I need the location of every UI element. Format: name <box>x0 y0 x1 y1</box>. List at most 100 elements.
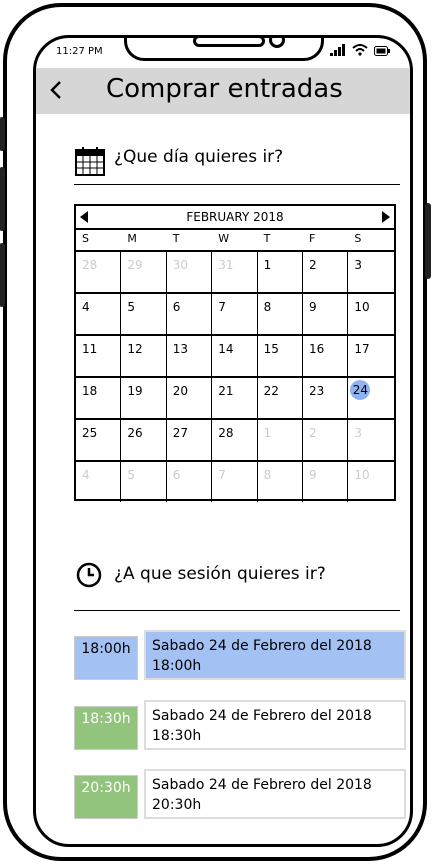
phone-frame: 11:27 PM Comprar entradas ¿Que día quier… <box>0 3 431 861</box>
calendar-day-number: 2 <box>309 258 317 272</box>
calendar-day-number: 29 <box>127 258 143 272</box>
calendar-day-cell[interactable]: 13 <box>166 334 213 376</box>
weekday-label: S <box>82 232 89 245</box>
calendar-day-cell[interactable]: 1 <box>257 250 303 292</box>
back-arrow-icon[interactable] <box>46 77 66 103</box>
calendar-day-cell[interactable]: 2 <box>303 250 349 292</box>
calendar-day-cell[interactable]: 15 <box>257 334 303 376</box>
calendar-day-cell[interactable]: 20 <box>166 376 213 418</box>
calendar-day-cell[interactable]: 31 <box>212 250 258 292</box>
calendar-day-number: 9 <box>309 468 317 482</box>
calendar-day-cell[interactable]: 9 <box>303 292 349 334</box>
calendar-day-cell[interactable]: 16 <box>303 334 349 376</box>
calendar-day-cell[interactable]: 27 <box>166 418 213 460</box>
notch <box>124 38 324 61</box>
calendar-day-cell[interactable]: 5 <box>121 460 167 502</box>
session-option[interactable]: 18:30h Sabado 24 de Febrero del 2018 18:30… <box>74 700 408 754</box>
volume-down-button <box>0 243 5 307</box>
weekday-label: F <box>309 232 316 245</box>
calendar-day-cell[interactable]: 10 <box>348 460 394 502</box>
calendar-day-number: 3 <box>354 426 363 440</box>
calendar-day-cell[interactable]: 11 <box>76 334 122 376</box>
calendar-day-number: 13 <box>172 342 189 356</box>
calendar-day-cell[interactable]: 6 <box>166 460 213 502</box>
page-title: Comprar entradas <box>106 74 343 104</box>
calendar-day-number: 5 <box>127 468 136 482</box>
session-hour-text: 18:30h <box>152 728 202 744</box>
camera <box>269 38 285 48</box>
calendar-day-cell[interactable]: 10 <box>348 292 394 334</box>
calendar-day-cell[interactable]: 7 <box>212 292 258 334</box>
calendar-day-number: 26 <box>127 426 143 440</box>
calendar-day-number: 17 <box>354 342 370 356</box>
calendar-day-number: 20 <box>172 384 189 398</box>
weekday-label: S <box>354 232 362 245</box>
calendar-day-cell[interactable]: 25 <box>76 418 122 460</box>
app-header: Comprar entradas <box>36 68 410 114</box>
calendar-day-cell[interactable]: 8 <box>257 460 303 502</box>
calendar-day-cell[interactable]: 14 <box>212 334 258 376</box>
calendar-header: FEBRUARY 2018 <box>76 206 394 230</box>
next-month-icon[interactable] <box>382 211 390 223</box>
calendar-day-cell[interactable]: 28 <box>212 418 258 460</box>
calendar-day-cell[interactable]: 19 <box>121 376 167 418</box>
calendar-day-cell[interactable]: 6 <box>166 292 213 334</box>
calendar-day-cell[interactable]: 7 <box>212 460 258 502</box>
calendar-day-number: 7 <box>218 468 226 482</box>
calendar-day-cell[interactable]: 2 <box>303 418 349 460</box>
session-option[interactable]: 20:30h Sabado 24 de Febrero del 2018 20:30… <box>74 769 408 823</box>
session-date-text: Sabado 24 de Febrero del 2018 <box>152 708 372 724</box>
calendar-day-cell[interactable]: 3 <box>348 250 394 292</box>
calendar-day-cell[interactable]: 1 <box>257 418 303 460</box>
session-hour-text: 18:00h <box>152 658 202 674</box>
calendar-day-cell[interactable]: 24 <box>348 376 394 418</box>
clock-icon <box>76 562 102 588</box>
calendar-day-cell[interactable]: 26 <box>121 418 167 460</box>
calendar-day-number: 7 <box>218 300 226 314</box>
weekday-label: M <box>127 232 137 245</box>
calendar-day-cell[interactable]: 3 <box>348 418 394 460</box>
calendar-day-number: 11 <box>82 342 98 356</box>
calendar-day-number: 9 <box>309 300 317 314</box>
calendar-day-cell[interactable]: 4 <box>76 292 122 334</box>
phone-screen: 11:27 PM Comprar entradas ¿Que día quier… <box>33 35 413 847</box>
calendar-day-cell[interactable]: 17 <box>348 334 394 376</box>
signal-icon <box>330 44 345 56</box>
calendar-day-cell[interactable]: 5 <box>121 292 167 334</box>
calendar-day-cell[interactable]: 28 <box>76 250 122 292</box>
calendar-icon <box>75 147 105 176</box>
calendar-day-cell[interactable]: 29 <box>121 250 167 292</box>
calendar-day-number: 15 <box>263 342 279 356</box>
calendar-day-number: 28 <box>82 258 98 272</box>
silent-switch <box>0 117 5 151</box>
calendar-day-number: 1 <box>263 426 272 440</box>
calendar-day-number: 3 <box>354 258 363 272</box>
calendar-day-number: 14 <box>218 342 234 356</box>
calendar-day-number: 19 <box>127 384 143 398</box>
calendar-day-number: 23 <box>309 384 325 398</box>
calendar-day-number: 10 <box>354 468 370 482</box>
calendar-day-number: 31 <box>218 258 234 272</box>
calendar: FEBRUARY 2018 SMTWTFS 28 29 30 31 1 2 3 4 5 6 7 8 9 1… <box>74 204 396 502</box>
session-date-text: Sabado 24 de Febrero del 2018 <box>152 777 372 793</box>
calendar-day-number: 5 <box>127 300 136 314</box>
calendar-day-cell[interactable]: 21 <box>212 376 258 418</box>
weekday-label: T <box>263 232 271 245</box>
session-time-badge: 20:30h <box>74 775 138 819</box>
day-section-label: ¿Que día quieres ir? <box>114 147 284 167</box>
calendar-day-number: 21 <box>218 384 234 398</box>
calendar-day-cell[interactable]: 22 <box>257 376 303 418</box>
calendar-day-cell[interactable]: 4 <box>76 460 122 502</box>
calendar-day-number: 4 <box>82 300 90 314</box>
calendar-day-cell[interactable]: 18 <box>76 376 122 418</box>
weekday-label: T <box>172 232 180 245</box>
calendar-day-cell[interactable]: 9 <box>303 460 349 502</box>
calendar-day-cell[interactable]: 23 <box>303 376 349 418</box>
session-description: Sabado 24 de Febrero del 2018 18:30h <box>144 700 406 750</box>
calendar-day-cell[interactable]: 12 <box>121 334 167 376</box>
calendar-day-cell[interactable]: 8 <box>257 292 303 334</box>
calendar-day-cell[interactable]: 30 <box>166 250 213 292</box>
calendar-day-number: 8 <box>263 300 272 314</box>
session-option[interactable]: 18:00h Sabado 24 de Febrero del 2018 18:00… <box>74 630 408 684</box>
session-description: Sabado 24 de Febrero del 2018 20:30h <box>144 769 406 819</box>
